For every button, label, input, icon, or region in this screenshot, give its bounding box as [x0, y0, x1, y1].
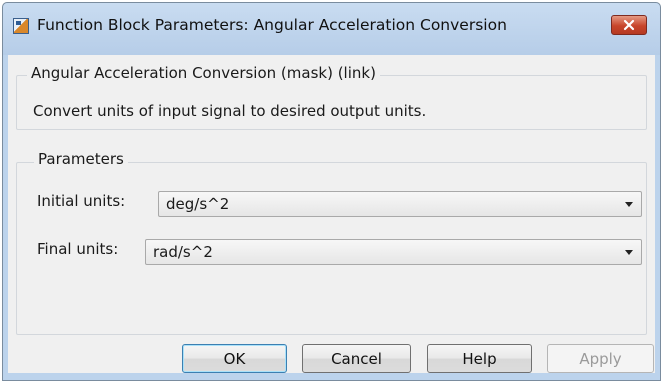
block-description: Convert units of input signal to desired…: [33, 102, 427, 120]
dialog-body: Angular Acceleration Conversion (mask) (…: [8, 55, 655, 373]
title-bar[interactable]: Function Block Parameters: Angular Accel…: [3, 3, 660, 55]
simulink-block-icon: [13, 18, 29, 34]
initial-units-dropdown[interactable]: deg/s^2: [158, 191, 642, 217]
apply-button[interactable]: Apply: [547, 344, 654, 373]
dialog-window: Function Block Parameters: Angular Accel…: [2, 2, 661, 381]
ok-button[interactable]: OK: [182, 344, 287, 373]
final-units-value: rad/s^2: [153, 243, 213, 261]
close-button[interactable]: [611, 15, 647, 35]
help-button[interactable]: Help: [427, 344, 532, 373]
cancel-button[interactable]: Cancel: [302, 344, 411, 373]
initial-units-value: deg/s^2: [166, 195, 230, 213]
window-title: Function Block Parameters: Angular Accel…: [37, 16, 507, 34]
description-group-title: Angular Acceleration Conversion (mask) (…: [27, 64, 380, 82]
initial-units-label: Initial units:: [37, 192, 126, 210]
final-units-label: Final units:: [37, 240, 119, 258]
close-x-icon: [623, 19, 635, 31]
parameters-group-title: Parameters: [34, 150, 128, 168]
chevron-down-icon: [625, 202, 633, 207]
chevron-down-icon: [625, 250, 633, 255]
final-units-dropdown[interactable]: rad/s^2: [145, 239, 642, 265]
